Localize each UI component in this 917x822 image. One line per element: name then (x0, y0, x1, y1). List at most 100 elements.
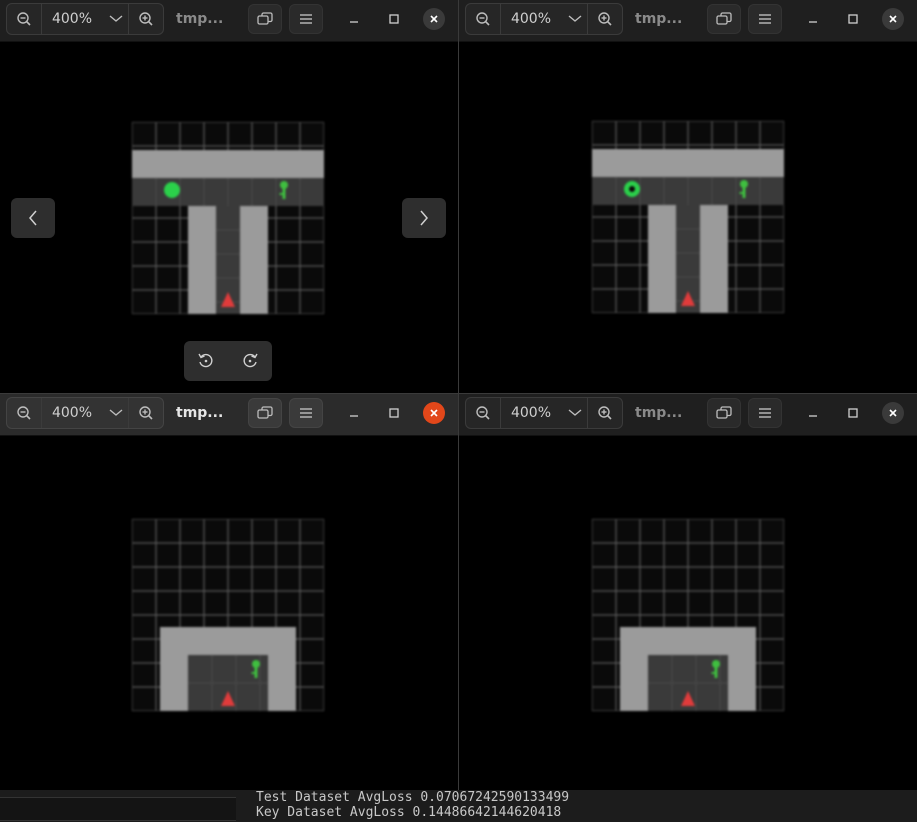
zoom-level[interactable]: 400% (42, 398, 102, 428)
minimize-icon (348, 407, 360, 419)
zoom-in-icon (138, 11, 154, 27)
gallery-button[interactable] (707, 398, 741, 428)
zoom-out-icon (475, 405, 491, 421)
window-restore-icon (716, 12, 732, 26)
window-restore-icon (716, 406, 732, 420)
chevron-down-icon (567, 14, 583, 24)
rotate-right-icon (241, 352, 259, 370)
hamburger-menu-icon (299, 407, 313, 419)
main-menu-button[interactable] (748, 4, 782, 34)
image-viewer-window-bottom-right: 400% tmp... (459, 394, 917, 790)
window-title: tmp... (176, 11, 224, 27)
zoom-in-button[interactable] (587, 4, 622, 34)
goal-circle (624, 181, 640, 197)
header-bar: 400% tmp... (0, 394, 458, 436)
window-restore-icon (257, 12, 273, 26)
goal-circle (164, 182, 180, 198)
chevron-right-icon (419, 209, 429, 227)
zoom-in-button[interactable] (128, 4, 163, 34)
hamburger-menu-icon (299, 13, 313, 25)
zoom-in-icon (597, 405, 613, 421)
minimize-button[interactable] (802, 8, 824, 30)
close-icon (428, 407, 440, 419)
terminal-line-key-loss: Key Dataset AvgLoss 0.14486642144620418 (256, 805, 562, 820)
window-title: tmp... (635, 11, 683, 27)
chevron-down-icon (108, 14, 124, 24)
maximize-icon (388, 13, 400, 25)
image-canvas[interactable] (131, 121, 325, 315)
gallery-button[interactable] (707, 4, 741, 34)
zoom-in-icon (138, 405, 154, 421)
zoom-control: 400% (6, 3, 164, 35)
zoom-out-icon (16, 11, 32, 27)
image-canvas[interactable] (131, 518, 325, 712)
minimize-icon (807, 13, 819, 25)
terminal-line-test-loss: Test Dataset AvgLoss 0.07067242590133499 (256, 790, 570, 805)
maximize-icon (847, 407, 859, 419)
gallery-button[interactable] (248, 4, 282, 34)
gallery-button[interactable] (248, 398, 282, 428)
minimize-button[interactable] (343, 8, 365, 30)
main-menu-button[interactable] (289, 398, 323, 428)
zoom-control: 400% (6, 397, 164, 429)
zoom-out-icon (475, 11, 491, 27)
maximize-icon (388, 407, 400, 419)
next-image-button[interactable] (402, 198, 446, 238)
image-viewer-window-top-right: 400% tmp... (459, 0, 917, 393)
close-icon (887, 407, 899, 419)
maximize-button[interactable] (842, 402, 864, 424)
image-viewer-window-top-left: 400% tmp... (0, 0, 458, 393)
maximize-button[interactable] (383, 8, 405, 30)
rotate-right-button[interactable] (236, 347, 264, 375)
minimize-icon (348, 13, 360, 25)
close-button[interactable] (423, 402, 445, 424)
zoom-control: 400% (465, 397, 623, 429)
rotate-left-button[interactable] (192, 347, 220, 375)
header-bar: 400% tmp... (459, 0, 917, 42)
zoom-dropdown-button[interactable] (102, 4, 130, 34)
main-menu-button[interactable] (289, 4, 323, 34)
close-icon (428, 13, 440, 25)
maximize-button[interactable] (383, 402, 405, 424)
minimize-button[interactable] (802, 402, 824, 424)
zoom-level[interactable]: 400% (501, 4, 561, 34)
hamburger-menu-icon (758, 407, 772, 419)
image-canvas[interactable] (591, 518, 785, 712)
zoom-in-button[interactable] (128, 398, 163, 428)
close-button[interactable] (423, 8, 445, 30)
rotate-toolbar (184, 341, 272, 381)
window-title: tmp... (176, 405, 224, 421)
chevron-down-icon (567, 408, 583, 418)
zoom-in-button[interactable] (587, 398, 622, 428)
close-button[interactable] (882, 8, 904, 30)
zoom-dropdown-button[interactable] (561, 398, 589, 428)
zoom-dropdown-button[interactable] (561, 4, 589, 34)
zoom-out-button[interactable] (7, 398, 42, 428)
zoom-out-button[interactable] (466, 4, 501, 34)
zoom-control: 400% (465, 3, 623, 35)
zoom-out-icon (16, 405, 32, 421)
zoom-out-button[interactable] (466, 398, 501, 428)
previous-image-button[interactable] (11, 198, 55, 238)
rotate-left-icon (197, 352, 215, 370)
header-bar: 400% tmp... (0, 0, 458, 42)
zoom-in-icon (597, 11, 613, 27)
minimize-icon (807, 407, 819, 419)
close-button[interactable] (882, 402, 904, 424)
chevron-left-icon (28, 209, 38, 227)
terminal-panel-left (0, 797, 236, 821)
image-viewer-window-bottom-left: 400% tmp... (0, 394, 458, 790)
chevron-down-icon (108, 408, 124, 418)
window-title: tmp... (635, 405, 683, 421)
close-icon (887, 13, 899, 25)
zoom-level[interactable]: 400% (42, 4, 102, 34)
hamburger-menu-icon (758, 13, 772, 25)
image-canvas[interactable] (591, 120, 785, 314)
zoom-out-button[interactable] (7, 4, 42, 34)
maximize-button[interactable] (842, 8, 864, 30)
window-restore-icon (257, 406, 273, 420)
main-menu-button[interactable] (748, 398, 782, 428)
zoom-dropdown-button[interactable] (102, 398, 130, 428)
minimize-button[interactable] (343, 402, 365, 424)
zoom-level[interactable]: 400% (501, 398, 561, 428)
